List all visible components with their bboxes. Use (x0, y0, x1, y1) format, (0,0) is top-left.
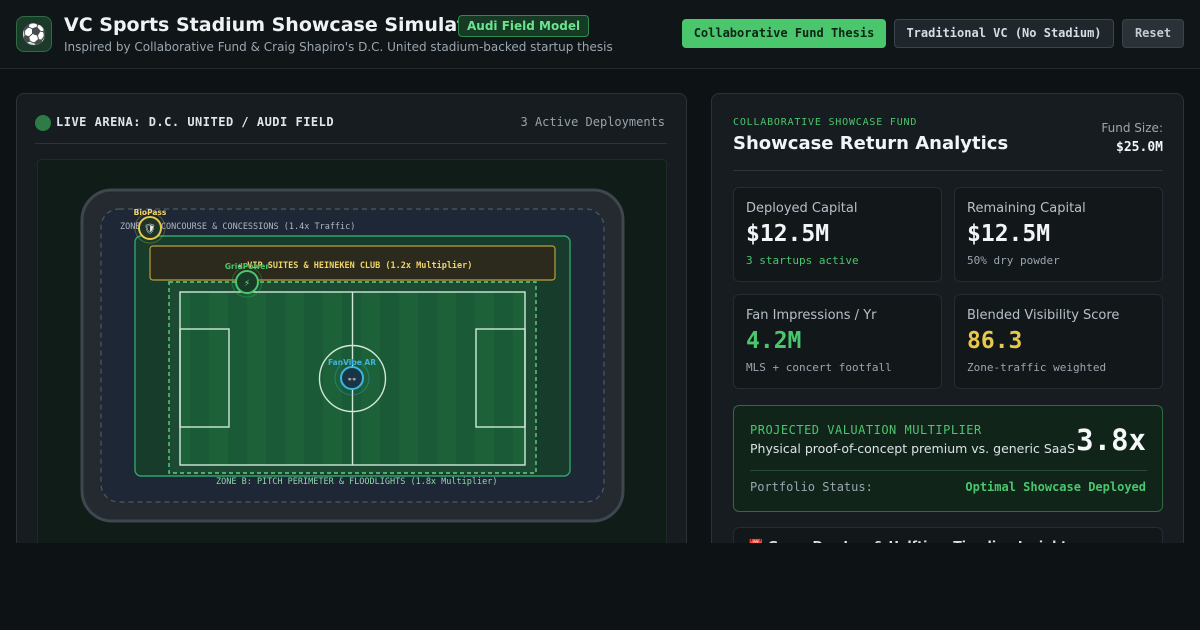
metric-value: $12.5M (967, 221, 1051, 247)
lightning-icon: ⚡ (244, 279, 250, 289)
vip-zone-label: ★ VIP SUITES & HEINEKEN CLUB (1.2x Multi… (237, 260, 472, 271)
metric-subtext: MLS + concert footfall (746, 361, 892, 374)
metric-value: 86.3 (967, 328, 1023, 354)
shield-icon: 🛡 (144, 223, 157, 235)
stadium-model-badge: Audi Field Model (458, 15, 590, 37)
metric-label: Blended Visibility Score (967, 308, 1120, 323)
metric-card-impressions: Fan Impressions / Yr 4.2M MLS + concert … (733, 294, 942, 389)
metric-subtext: 3 startups active (746, 254, 859, 267)
startup-label-fanvibe: FanVibe AR (328, 358, 376, 367)
valuation-multiplier-card: PROJECTED VALUATION MULTIPLIER Physical … (733, 405, 1163, 512)
metric-label: Remaining Capital (967, 201, 1086, 216)
arena-title: LIVE ARENA: D.C. UNITED / AUDI FIELD (56, 115, 335, 129)
deployment-count: 3 Active Deployments (520, 115, 666, 129)
metric-value: 4.2M (746, 328, 802, 354)
metric-card-visibility: Blended Visibility Score 86.3 Zone-traff… (954, 294, 1163, 389)
startup-label-gridpower: GridPower (225, 262, 269, 271)
analytics-panel: COLLABORATIVE SHOWCASE FUND Showcase Ret… (711, 93, 1184, 563)
app-header: ⚽ VC Sports Stadium Showcase Simulator A… (0, 0, 1200, 69)
analytics-title: Showcase Return Analytics (733, 133, 1009, 154)
metric-card-remaining: Remaining Capital $12.5M 50% dry powder (954, 187, 1163, 282)
metric-label: Deployed Capital (746, 201, 858, 216)
stadium-map[interactable]: ZONE A: CONCOURSE & CONCESSIONS (1.4x Tr… (37, 159, 667, 559)
ar-goggles-icon: 👓 (347, 375, 357, 384)
multiplier-value: 3.8x (1076, 423, 1146, 457)
fund-size-label: Fund Size: (1101, 121, 1163, 135)
arena-panel: LIVE ARENA: D.C. UNITED / AUDI FIELD 3 A… (16, 93, 687, 563)
fund-size-value: $25.0M (1116, 140, 1163, 155)
reset-button[interactable]: Reset (1122, 19, 1184, 48)
metric-value: $12.5M (746, 221, 830, 247)
live-indicator-icon (35, 115, 51, 131)
page-title: VC Sports Stadium Showcase Simulator (64, 14, 489, 36)
fund-eyebrow: COLLABORATIVE SHOWCASE FUND (733, 117, 918, 128)
page-subtitle: Inspired by Collaborative Fund & Craig S… (64, 40, 613, 54)
portfolio-status-label: Portfolio Status: (750, 480, 873, 494)
zone-b-label: ZONE B: PITCH PERIMETER & FLOODLIGHTS (1… (216, 477, 497, 487)
portfolio-status-value: Optimal Showcase Deployed (965, 480, 1146, 494)
startup-label-biopass: BioPass (134, 208, 167, 217)
divider (750, 470, 1147, 471)
traditional-vc-button[interactable]: Traditional VC (No Stadium) (894, 19, 1114, 48)
arena-header: LIVE ARENA: D.C. UNITED / AUDI FIELD 3 A… (35, 114, 667, 144)
viewport-bottom (0, 543, 1200, 630)
stadium-diagram: ZONE A: CONCOURSE & CONCESSIONS (1.4x Tr… (80, 188, 625, 523)
multiplier-description: Physical proof-of-concept premium vs. ge… (750, 441, 1076, 456)
metric-card-deployed: Deployed Capital $12.5M 3 startups activ… (733, 187, 942, 282)
multiplier-label: PROJECTED VALUATION MULTIPLIER (750, 423, 982, 437)
metric-label: Fan Impressions / Yr (746, 308, 877, 323)
collaborative-thesis-button[interactable]: Collaborative Fund Thesis (682, 19, 886, 48)
metric-subtext: 50% dry powder (967, 254, 1060, 267)
divider (733, 170, 1163, 171)
metric-subtext: Zone-traffic weighted (967, 361, 1107, 374)
soccer-ball-icon: ⚽ (16, 16, 52, 52)
